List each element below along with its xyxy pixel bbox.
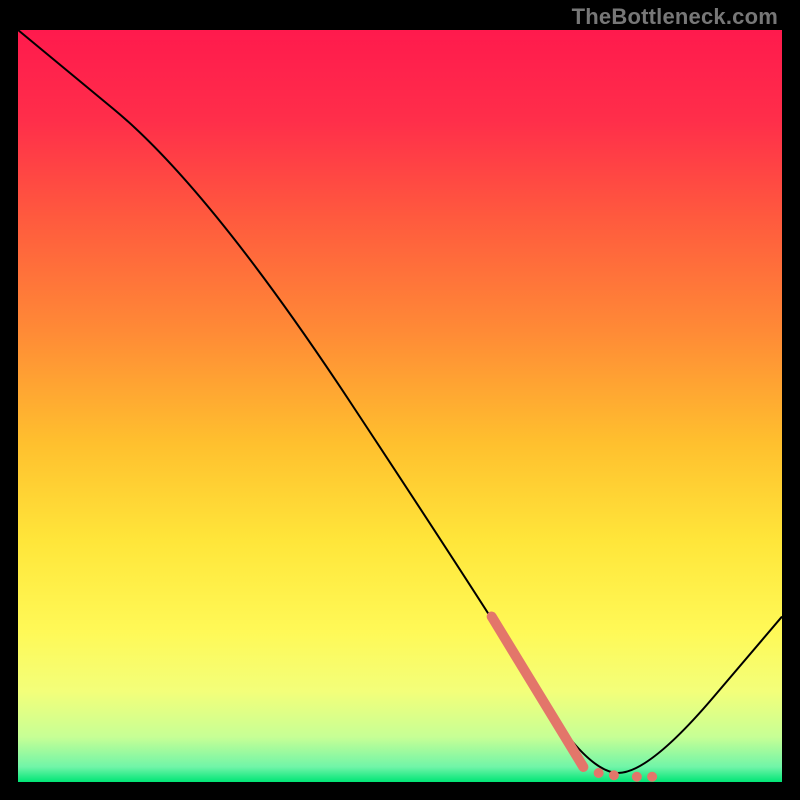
marker-dot	[647, 772, 657, 782]
chart-stage: TheBottleneck.com	[0, 0, 800, 800]
marker-dot	[632, 772, 642, 782]
marker-dot	[594, 768, 604, 778]
marker-dot	[609, 770, 619, 780]
chart-svg	[0, 0, 800, 800]
watermark-text: TheBottleneck.com	[572, 4, 778, 30]
plot-background	[18, 30, 782, 782]
